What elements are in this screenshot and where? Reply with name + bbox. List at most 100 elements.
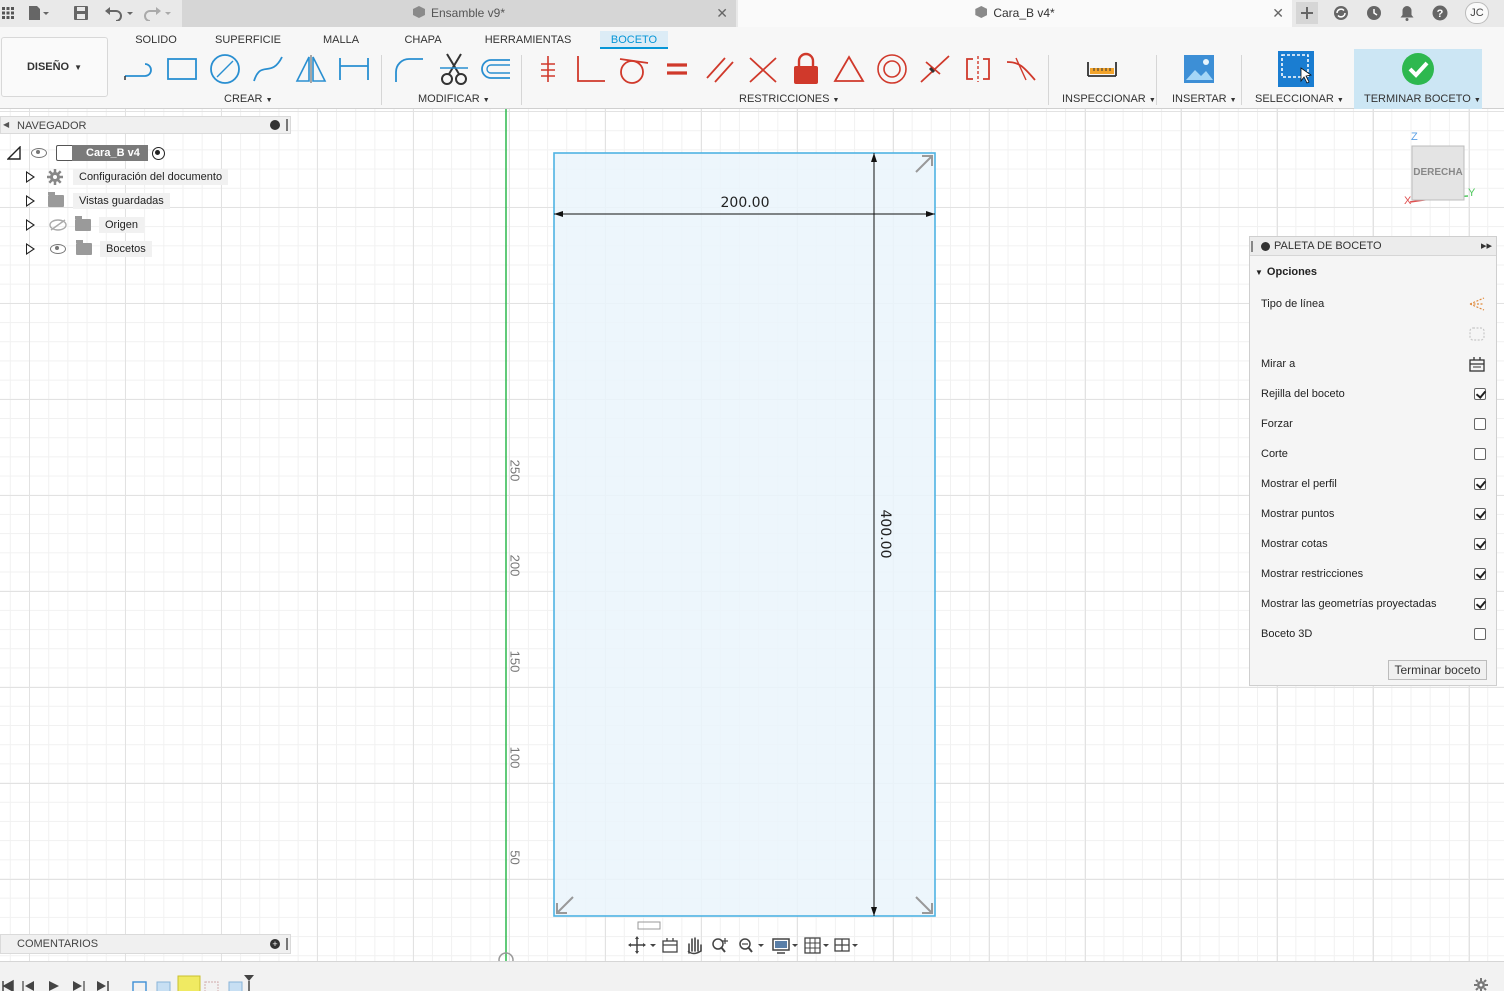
panel-grip-icon[interactable] [286,119,288,131]
expand-arrow-icon[interactable] [26,219,35,231]
comments-title: COMENTARIOS [17,938,99,950]
expand-arrow-icon[interactable] [26,243,35,255]
ruler-tick-150: 150 [507,650,523,673]
timeline-sketch-feature-icon[interactable] [132,981,147,991]
minimize-panel-icon[interactable] [270,120,280,130]
expand-toggle-icon[interactable] [7,146,21,160]
palette-row-centerline [1261,324,1486,344]
display-settings-icon[interactable] [772,938,798,954]
navigator-item-sketches[interactable]: Bocetos [26,239,152,259]
palette-row-label: Tipo de línea [1261,298,1325,310]
palette-section-label: Opciones [1266,266,1318,278]
activate-radio-icon[interactable] [151,146,165,160]
ruler-mini-icon [637,921,661,930]
palette-row-label: Mostrar cotas [1261,538,1328,550]
timeline-body-feature-icon[interactable] [228,981,243,991]
3d-sketch-checkbox[interactable] [1474,628,1486,640]
add-comment-icon[interactable]: + [270,939,280,949]
height-dimension-value[interactable]: 400.00 [877,495,893,573]
go-to-start-icon[interactable] [2,979,14,991]
play-icon[interactable] [49,981,59,991]
folder-icon [75,216,91,231]
minimize-panel-icon[interactable] [1261,242,1270,251]
slice-checkbox[interactable] [1474,448,1486,460]
palette-row-label: Boceto 3D [1261,628,1313,640]
palette-row-snap: Forzar [1261,414,1486,434]
ruler-tick-250: 250 [507,459,523,482]
palette-row-show-points: Mostrar puntos [1261,504,1486,524]
navigator-root[interactable]: Cara_B v4 [7,143,165,163]
sketch-palette: PALETA DE BOCETO ▸▸ ▼ Opciones Tipo de lí… [1249,236,1497,686]
palette-row-3d-sketch: Boceto 3D [1261,624,1486,644]
width-dimension-value[interactable]: 200.00 [706,195,784,211]
navigator-item-label: Configuración del documento [73,169,229,185]
viewports-icon[interactable] [834,938,858,952]
show-constraints-checkbox[interactable] [1474,568,1486,580]
show-projected-checkbox[interactable] [1474,598,1486,610]
palette-title: PALETA DE BOCETO [1274,240,1382,252]
panel-grip-icon[interactable] [286,938,288,950]
collapse-arrow-icon: ▼ [1255,268,1263,277]
expand-arrow-icon[interactable] [26,195,35,207]
construction-line-icon[interactable] [1468,296,1486,312]
orbit-icon[interactable] [628,936,656,954]
palette-row-label: Mostrar las geometrías proyectadas [1261,598,1437,610]
palette-row-show-profile: Mostrar el perfil [1261,474,1486,494]
navigator-item-label: Bocetos [100,241,152,257]
show-points-checkbox[interactable] [1474,508,1486,520]
palette-section-opciones[interactable]: ▼ Opciones [1255,266,1317,278]
timeline-marker-icon[interactable] [244,975,254,991]
look-at-icon[interactable] [662,938,678,953]
navigator-item-origin[interactable]: Origen [26,215,145,235]
palette-row-label: Forzar [1261,418,1293,430]
pan-hand-icon[interactable] [687,937,702,955]
palette-row-label: Mostrar el perfil [1261,478,1337,490]
axis-x-label: X [1404,195,1412,207]
timeline-bar [0,961,1504,991]
show-dimensions-checkbox[interactable] [1474,538,1486,550]
axis-y-label: Y [1468,187,1476,199]
look-at-icon[interactable] [1468,356,1486,372]
navigator-item-label: Origen [99,217,145,233]
view-cube-face-label[interactable]: DERECHA [1412,167,1464,178]
palette-row-look-at: Mirar a [1261,354,1486,374]
collapse-left-icon[interactable]: ◀ [3,120,9,129]
comments-header[interactable]: COMENTARIOS + [0,934,291,954]
show-profile-checkbox[interactable] [1474,478,1486,490]
visibility-eye-icon[interactable] [50,244,66,254]
navigator-header[interactable]: ◀ NAVEGADOR [0,116,291,134]
expand-right-icon[interactable]: ▸▸ [1481,239,1492,252]
palette-row-label: Rejilla del boceto [1261,388,1345,400]
palette-row-label: Mostrar puntos [1261,508,1335,520]
zoom-icon[interactable] [712,938,728,953]
palette-row-label: Corte [1261,448,1288,460]
navigator-item-saved-views[interactable]: Vistas guardadas [26,191,170,211]
finish-sketch-button[interactable]: Terminar boceto [1388,660,1487,680]
palette-row-line-type: Tipo de línea [1261,294,1486,314]
navigator-title: NAVEGADOR [17,120,87,132]
panel-grip-icon[interactable] [1251,241,1253,252]
ruler-tick-200: 200 [507,554,523,577]
step-forward-icon[interactable] [73,981,85,991]
fit-zoom-icon[interactable] [739,938,764,953]
hidden-eye-icon[interactable] [49,219,67,231]
sketch-grid-checkbox[interactable] [1474,388,1486,400]
visibility-eye-icon[interactable] [31,148,47,158]
palette-row-label: Mirar a [1261,358,1296,370]
expand-arrow-icon[interactable] [26,171,35,183]
snap-checkbox[interactable] [1474,418,1486,430]
step-back-icon[interactable] [22,981,34,991]
timeline-sketch-feature-icon[interactable] [204,981,219,991]
go-to-end-icon[interactable] [97,981,109,991]
palette-header[interactable]: PALETA DE BOCETO ▸▸ [1250,237,1496,256]
gear-icon [47,169,63,185]
palette-row-show-constraints: Mostrar restricciones [1261,564,1486,584]
palette-row-show-dimensions: Mostrar cotas [1261,534,1486,554]
navigator-item-config[interactable]: Configuración del documento [26,167,229,187]
grid-settings-icon[interactable] [804,937,829,954]
timeline-settings-gear-icon[interactable] [1474,978,1488,991]
centerline-icon[interactable] [1468,326,1486,342]
navigator-root-label[interactable]: Cara_B v4 [72,145,148,161]
timeline-active-feature-icon[interactable] [177,975,201,991]
timeline-body-feature-icon[interactable] [156,981,171,991]
